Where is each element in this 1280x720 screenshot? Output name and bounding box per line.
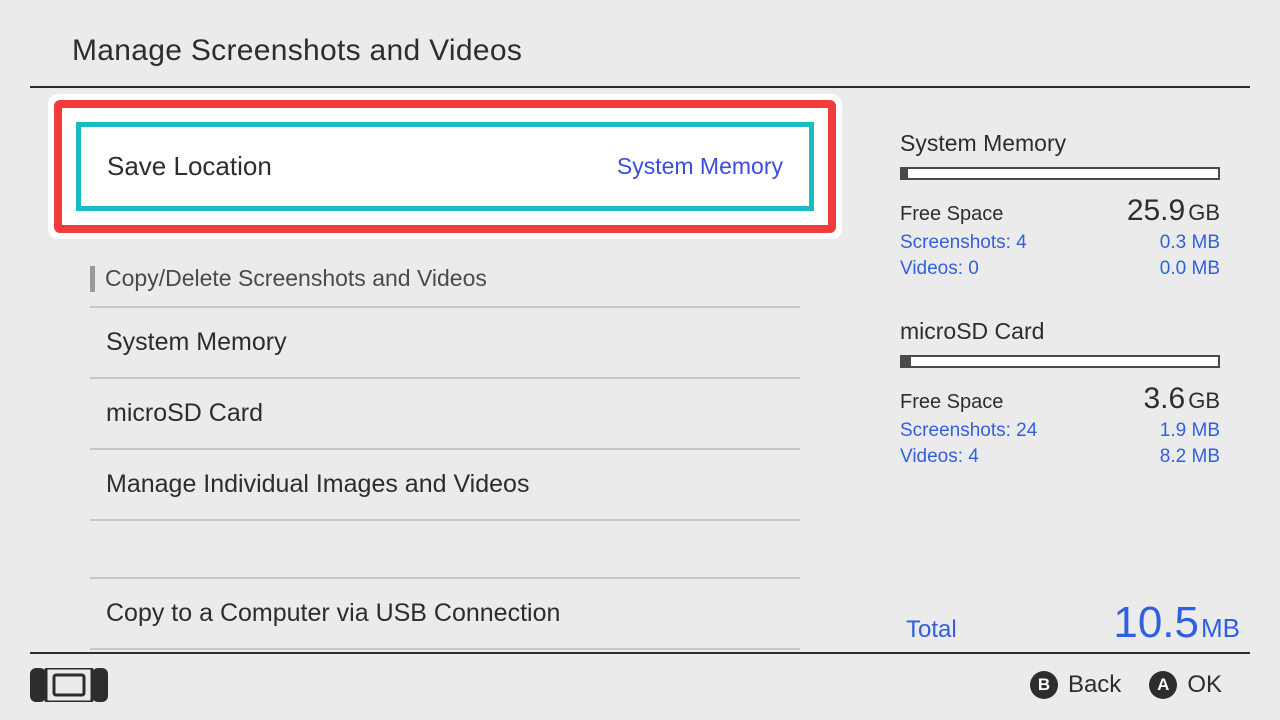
sysmem-free-label: Free Space bbox=[900, 203, 1003, 226]
console-icon bbox=[30, 668, 108, 702]
sysmem-block: System Memory Free Space 25.9GB Screensh… bbox=[900, 130, 1240, 280]
page-title: Manage Screenshots and Videos bbox=[72, 34, 1280, 68]
sd-title: microSD Card bbox=[900, 318, 1240, 345]
sd-screenshots-label: Screenshots: 24 bbox=[900, 420, 1037, 442]
sysmem-storage-fill bbox=[902, 169, 908, 178]
sd-screenshots-size: 1.9 MB bbox=[1160, 420, 1220, 442]
sd-free-value: 3.6GB bbox=[1143, 382, 1220, 416]
main-panel: Save Location System Memory Copy/Delete … bbox=[30, 88, 860, 650]
page-header: Manage Screenshots and Videos bbox=[0, 0, 1280, 86]
sd-storage-fill bbox=[902, 357, 911, 366]
row-copy-usb[interactable]: Copy to a Computer via USB Connection bbox=[90, 579, 800, 650]
options-list: Copy/Delete Screenshots and Videos Syste… bbox=[90, 251, 800, 650]
back-label: Back bbox=[1068, 671, 1121, 699]
save-location-label: Save Location bbox=[107, 151, 272, 182]
sd-videos-row: Videos: 4 8.2 MB bbox=[900, 446, 1220, 468]
ok-button[interactable]: A OK bbox=[1149, 671, 1222, 699]
sd-free-label: Free Space bbox=[900, 391, 1003, 414]
footer-bar: B Back A OK bbox=[30, 652, 1250, 702]
sysmem-videos-row: Videos: 0 0.0 MB bbox=[900, 258, 1220, 280]
row-microsd-card[interactable]: microSD Card bbox=[90, 379, 800, 450]
section-header-copy-delete: Copy/Delete Screenshots and Videos bbox=[90, 251, 800, 308]
footer-buttons: B Back A OK bbox=[1030, 671, 1250, 699]
sd-free-row: Free Space 3.6GB bbox=[900, 382, 1220, 416]
total-label: Total bbox=[906, 616, 957, 644]
back-button[interactable]: B Back bbox=[1030, 671, 1121, 699]
sysmem-videos-size: 0.0 MB bbox=[1160, 258, 1220, 280]
sysmem-title: System Memory bbox=[900, 130, 1240, 157]
total-row: Total 10.5MB bbox=[900, 598, 1240, 648]
row-system-memory[interactable]: System Memory bbox=[90, 308, 800, 379]
sysmem-screenshots-label: Screenshots: 4 bbox=[900, 232, 1027, 254]
section-header-label: Copy/Delete Screenshots and Videos bbox=[105, 265, 487, 292]
sd-videos-size: 8.2 MB bbox=[1160, 446, 1220, 468]
sd-videos-label: Videos: 4 bbox=[900, 446, 979, 468]
save-location-highlight: Save Location System Memory bbox=[54, 100, 836, 233]
sd-storage-bar bbox=[900, 355, 1220, 368]
sd-screenshots-row: Screenshots: 24 1.9 MB bbox=[900, 420, 1220, 442]
total-value: 10.5MB bbox=[1113, 598, 1240, 648]
sd-block: microSD Card Free Space 3.6GB Screenshot… bbox=[900, 318, 1240, 468]
row-spacer bbox=[90, 521, 800, 579]
sysmem-screenshots-size: 0.3 MB bbox=[1160, 232, 1220, 254]
side-panel: System Memory Free Space 25.9GB Screensh… bbox=[860, 88, 1250, 650]
row-manage-individual[interactable]: Manage Individual Images and Videos bbox=[90, 450, 800, 521]
save-location-value: System Memory bbox=[617, 153, 783, 180]
sysmem-storage-bar bbox=[900, 167, 1220, 180]
a-button-icon: A bbox=[1149, 671, 1177, 699]
ok-label: OK bbox=[1187, 671, 1222, 699]
sysmem-free-value: 25.9GB bbox=[1127, 194, 1220, 228]
sysmem-free-row: Free Space 25.9GB bbox=[900, 194, 1220, 228]
section-tick-icon bbox=[90, 266, 95, 292]
save-location-row[interactable]: Save Location System Memory bbox=[76, 122, 814, 211]
sysmem-videos-label: Videos: 0 bbox=[900, 258, 979, 280]
sysmem-screenshots-row: Screenshots: 4 0.3 MB bbox=[900, 232, 1220, 254]
b-button-icon: B bbox=[1030, 671, 1058, 699]
save-location-card: Save Location System Memory bbox=[48, 94, 842, 239]
